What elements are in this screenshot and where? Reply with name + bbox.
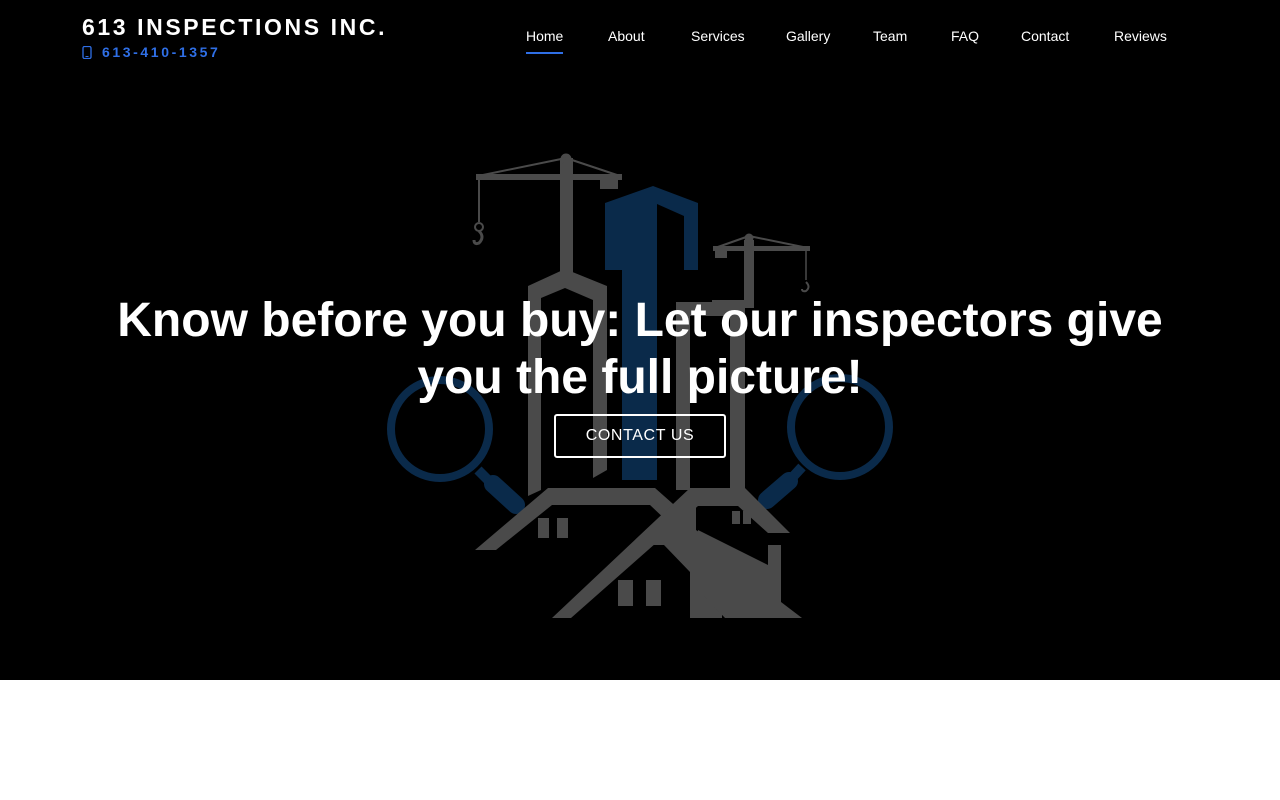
contact-us-button[interactable]: CONTACT US bbox=[554, 414, 726, 458]
main-nav: Home About Services Gallery Team FAQ Con… bbox=[0, 27, 1280, 57]
nav-item-gallery[interactable]: Gallery bbox=[786, 27, 830, 45]
nav-item-team[interactable]: Team bbox=[873, 27, 907, 45]
nav-item-about[interactable]: About bbox=[608, 27, 645, 45]
nav-item-home[interactable]: Home bbox=[526, 27, 564, 54]
nav-item-faq[interactable]: FAQ bbox=[951, 27, 979, 45]
below-fold-section bbox=[0, 680, 1280, 800]
nav-item-contact[interactable]: Contact bbox=[1021, 27, 1069, 45]
hero-headline: Know before you buy: Let our inspectors … bbox=[117, 294, 1163, 404]
left-crane-icon bbox=[472, 153, 622, 280]
hero-section: 613 INSPECTIONS INC. 613-410-1357 Home A… bbox=[0, 0, 1280, 680]
nav-item-services[interactable]: Services bbox=[691, 27, 745, 45]
nav-item-reviews[interactable]: Reviews bbox=[1114, 27, 1167, 45]
